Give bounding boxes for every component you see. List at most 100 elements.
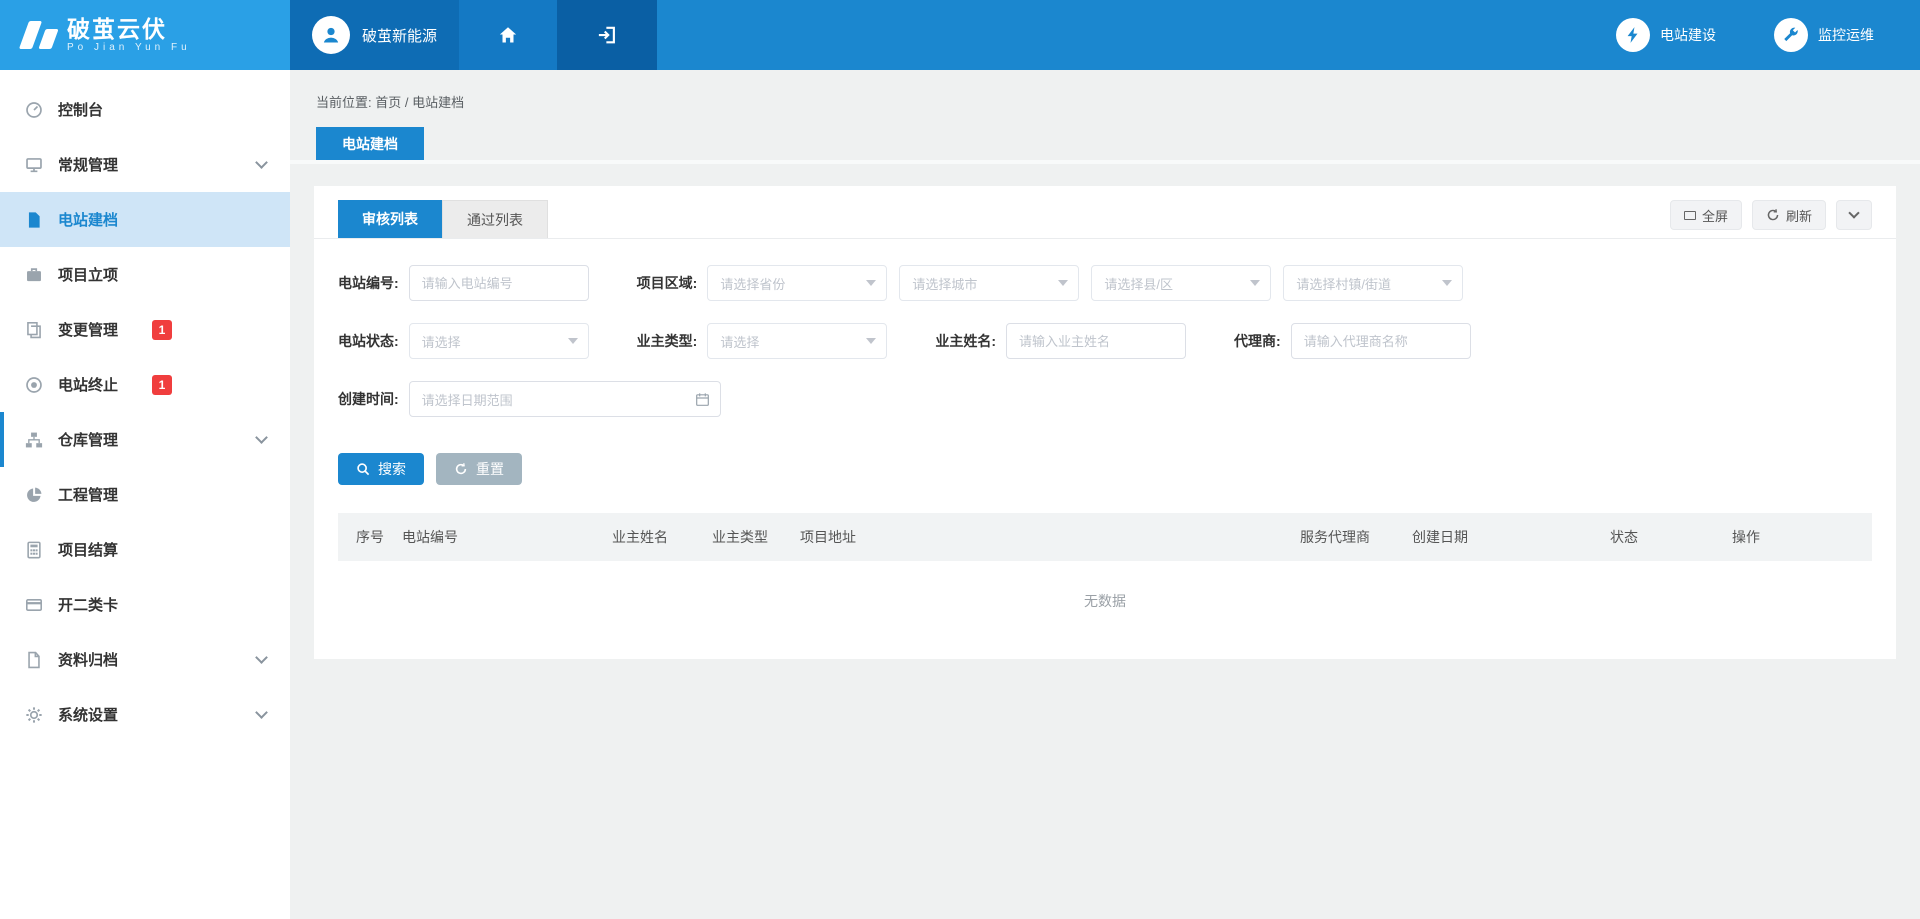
filter-station-no: 电站编号: <box>338 265 589 301</box>
sidebar-item-warehouse-management[interactable]: 仓库管理 <box>0 412 290 467</box>
column-header-actions: 操作 <box>1732 527 1872 547</box>
caret-down-icon <box>568 338 578 344</box>
search-button[interactable]: 搜索 <box>338 453 424 485</box>
caret-down-icon <box>866 280 876 286</box>
top-nav: 电站建设 监控运维 <box>1616 0 1920 70</box>
province-select[interactable]: 请选择省份 <box>707 265 887 301</box>
sidebar-item-system-settings[interactable]: 系统设置 <box>0 687 290 742</box>
refresh-button[interactable]: 刷新 <box>1752 200 1826 230</box>
calculator-icon <box>24 540 44 560</box>
pie-chart-icon <box>24 485 44 505</box>
tab-passed-list[interactable]: 通过列表 <box>442 200 548 238</box>
nav-station-construction[interactable]: 电站建设 <box>1616 18 1716 52</box>
form-actions: 搜索 重置 <box>314 439 1896 485</box>
owner-name-input[interactable] <box>1006 323 1186 359</box>
county-select[interactable]: 请选择县/区 <box>1091 265 1271 301</box>
filter-row-3: 创建时间: 请选择日期范围 <box>338 381 1872 417</box>
fullscreen-icon <box>1684 211 1696 220</box>
column-header-status: 状态 <box>1610 527 1732 547</box>
gear-icon <box>24 705 44 725</box>
main-content: 当前位置: 首页 / 电站建档 电站建档 审核列表 通过列表 <box>290 70 1920 919</box>
document-icon <box>24 210 44 230</box>
logout-button[interactable] <box>557 0 657 70</box>
filter-row-2: 电站状态: 请选择 业主类型: 请选择 <box>338 323 1872 359</box>
caret-down-icon <box>1442 280 1452 286</box>
brand-tagline: Po Jian Yun Fu <box>67 42 191 53</box>
tab-review-list[interactable]: 审核列表 <box>338 200 442 238</box>
calendar-icon <box>695 392 710 407</box>
panel-header: 审核列表 通过列表 全屏 刷新 <box>314 186 1896 239</box>
fullscreen-button[interactable]: 全屏 <box>1670 200 1742 230</box>
notification-badge: 1 <box>152 375 172 395</box>
reset-button[interactable]: 重置 <box>436 453 522 485</box>
logo-icon <box>24 21 55 49</box>
column-header-station-no: 电站编号 <box>402 527 612 547</box>
filter-owner-type: 业主类型: 请选择 <box>637 323 888 359</box>
chevron-down-icon <box>255 431 268 444</box>
file-icon <box>24 650 44 670</box>
breadcrumb-home-link[interactable]: 首页 <box>375 95 401 110</box>
home-button[interactable] <box>459 0 557 70</box>
nav-label: 电站建设 <box>1660 25 1716 45</box>
sidebar-item-data-archive[interactable]: 资料归档 <box>0 632 290 687</box>
monitor-icon <box>24 155 44 175</box>
sidebar-item-project-settlement[interactable]: 项目结算 <box>0 522 290 577</box>
column-header-owner-name: 业主姓名 <box>612 527 712 547</box>
reset-icon <box>454 462 468 476</box>
login-arrow-icon <box>597 25 617 45</box>
content-panel: 审核列表 通过列表 全屏 刷新 <box>314 186 1896 659</box>
empty-state: 无数据 <box>338 561 1872 617</box>
column-header-index: 序号 <box>338 527 402 547</box>
search-icon <box>356 462 370 476</box>
refresh-icon <box>1766 208 1780 222</box>
app-root: 破茧云伏 Po Jian Yun Fu 破茧新能源 <box>0 0 1920 919</box>
sitemap-icon <box>24 430 44 450</box>
user-menu[interactable]: 破茧新能源 <box>290 0 459 70</box>
filter-region: 项目区域: 请选择省份 请选择城市 请选择县/区 <box>637 265 1464 301</box>
sidebar-item-project-initiation[interactable]: 项目立项 <box>0 247 290 302</box>
home-icon <box>498 25 518 45</box>
filter-created-time: 创建时间: 请选择日期范围 <box>338 381 721 417</box>
filter-owner-name: 业主姓名: <box>935 323 1186 359</box>
chevron-down-icon <box>255 156 268 169</box>
sidebar-item-change-management[interactable]: 变更管理 1 <box>0 302 290 357</box>
agent-input[interactable] <box>1291 323 1471 359</box>
page-tab-station-filing[interactable]: 电站建档 <box>316 127 424 160</box>
avatar <box>312 16 350 54</box>
lightning-icon <box>1616 18 1650 52</box>
town-select[interactable]: 请选择村镇/街道 <box>1283 265 1463 301</box>
breadcrumb-prefix: 当前位置: <box>316 95 372 110</box>
brand-logo: 破茧云伏 Po Jian Yun Fu <box>0 0 290 70</box>
date-range-input[interactable]: 请选择日期范围 <box>409 381 721 417</box>
nav-monitoring-ops[interactable]: 监控运维 <box>1774 18 1874 52</box>
status-select[interactable]: 请选择 <box>409 323 589 359</box>
sidebar-item-station-filing[interactable]: 电站建档 <box>0 192 290 247</box>
copy-pages-icon <box>24 320 44 340</box>
sidebar-item-engineering-management[interactable]: 工程管理 <box>0 467 290 522</box>
card-icon <box>24 595 44 615</box>
dashboard-icon <box>24 100 44 120</box>
sidebar-item-console[interactable]: 控制台 <box>0 82 290 137</box>
nav-label: 监控运维 <box>1818 25 1874 45</box>
sidebar-item-second-class-card[interactable]: 开二类卡 <box>0 577 290 632</box>
column-header-owner-type: 业主类型 <box>712 527 800 547</box>
company-name: 破茧新能源 <box>362 25 437 46</box>
caret-down-icon <box>1058 280 1068 286</box>
sidebar: 控制台 常规管理 电站建档 项目立项 <box>0 70 290 919</box>
chevron-down-icon <box>255 706 268 719</box>
collapse-button[interactable] <box>1836 200 1872 230</box>
briefcase-icon <box>24 265 44 285</box>
sidebar-item-station-termination[interactable]: 电站终止 1 <box>0 357 290 412</box>
breadcrumb-current: 电站建档 <box>412 95 464 110</box>
sidebar-item-general-management[interactable]: 常规管理 <box>0 137 290 192</box>
station-no-input[interactable] <box>409 265 589 301</box>
user-icon <box>321 25 341 45</box>
caret-down-icon <box>866 338 876 344</box>
owner-type-select[interactable]: 请选择 <box>707 323 887 359</box>
column-header-created-date: 创建日期 <box>1412 527 1610 547</box>
breadcrumb: 当前位置: 首页 / 电站建档 <box>290 70 1920 127</box>
record-circle-icon <box>24 375 44 395</box>
column-header-service-agent: 服务代理商 <box>1300 527 1412 547</box>
top-bar-main: 破茧新能源 电站建设 <box>290 0 1920 70</box>
city-select[interactable]: 请选择城市 <box>899 265 1079 301</box>
